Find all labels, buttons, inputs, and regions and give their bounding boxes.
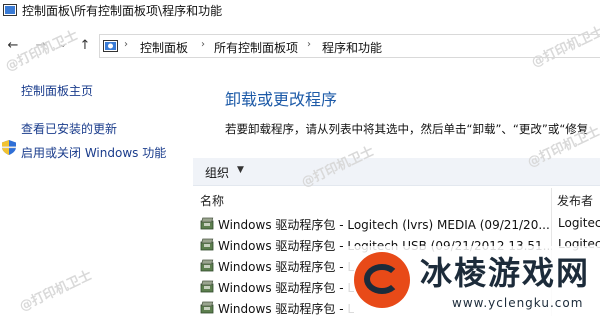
driver-package-icon: [200, 280, 214, 293]
navigation-bar: ← → ⌄ ↑ › 控制面板 › 所有控制面板项 › 程序和功能: [0, 30, 600, 60]
left-nav-pane: 控制面板主页 查看已安装的更新 启用或关闭 Windows 功能: [0, 70, 190, 316]
column-header-publisher[interactable]: 发布者: [557, 192, 593, 209]
program-row[interactable]: Windows 驱动程序包 - Logitech (lvrs) MEDIA (0…: [196, 214, 600, 235]
breadcrumb-programs-and-features[interactable]: 程序和功能: [322, 39, 382, 56]
driver-package-icon: [200, 238, 214, 251]
window-title: 控制面板\所有控制面板项\程序和功能: [22, 4, 223, 18]
site-logo-overlay: 冰棱游戏网 www.yclengku.com: [346, 246, 600, 316]
column-header-name[interactable]: 名称: [200, 192, 224, 209]
breadcrumb-separator: ›: [307, 39, 311, 50]
page-description: 若要卸载程序，请从列表中将其选中，然后单击“卸载”、“更改”或“修复: [225, 122, 589, 136]
address-bar[interactable]: › 控制面板 › 所有控制面板项 › 程序和功能: [99, 34, 600, 58]
program-publisher: Logitec: [558, 216, 600, 230]
view-installed-updates-link[interactable]: 查看已安装的更新: [21, 120, 117, 137]
logo-mark-inner: [364, 264, 400, 294]
organize-button[interactable]: 组织: [205, 164, 229, 181]
windows-features-link[interactable]: 启用或关闭 Windows 功能: [21, 144, 166, 161]
control-panel-icon: [103, 40, 118, 52]
logo-text: 冰棱游戏网: [420, 254, 591, 292]
breadcrumb-separator: ›: [201, 39, 205, 50]
control-panel-icon: [3, 4, 17, 16]
control-panel-home-link[interactable]: 控制面板主页: [21, 82, 93, 99]
program-name: Windows 驱动程序包 - Logitech (lvrs) MEDIA (0…: [218, 218, 550, 232]
driver-package-icon: [200, 259, 214, 272]
page-heading: 卸载或更改程序: [225, 90, 338, 109]
breadcrumb-all-control-panel-items[interactable]: 所有控制面板项: [214, 39, 298, 56]
driver-package-icon: [200, 301, 214, 314]
uac-shield-icon: [2, 140, 16, 155]
dropdown-arrow-icon[interactable]: ▼: [237, 165, 244, 175]
title-bar: 控制面板\所有控制面板项\程序和功能: [0, 0, 600, 22]
breadcrumb-control-panel[interactable]: 控制面板: [140, 39, 188, 56]
breadcrumb-separator: ›: [124, 39, 128, 50]
logo-url: www.yclengku.com: [452, 296, 584, 310]
driver-package-icon: [200, 217, 214, 230]
